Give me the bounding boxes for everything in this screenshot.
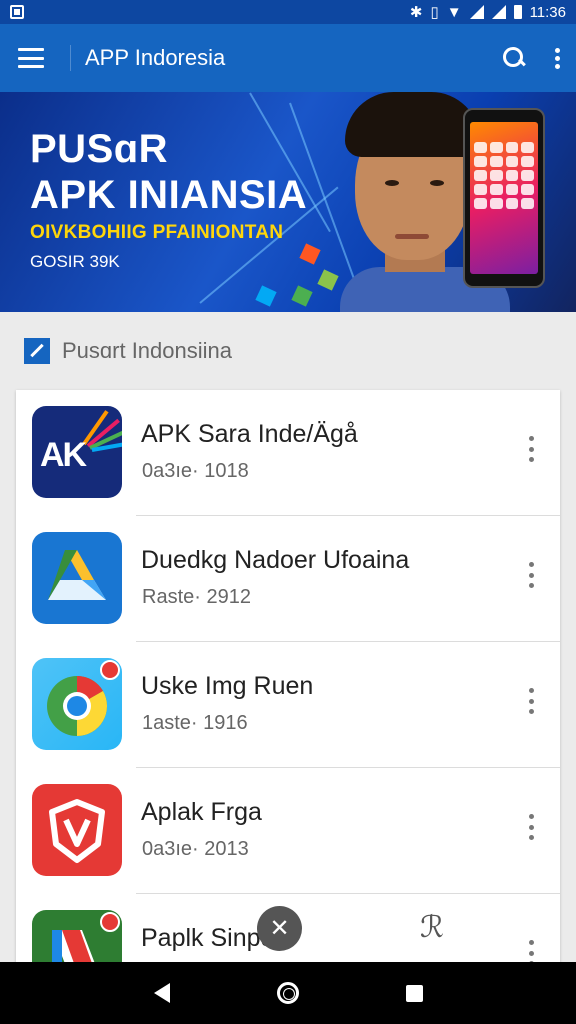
chrome-logo-icon [32, 658, 122, 750]
section-arrow-icon [24, 338, 50, 364]
ak-logo-icon: AK [32, 406, 122, 498]
app-name: Duedkg Nadoer Ufoaina [141, 546, 410, 574]
app-title: APP Indoresia [70, 45, 500, 71]
decor-cube [299, 243, 321, 265]
battery-icon [513, 5, 522, 19]
back-icon[interactable] [153, 983, 170, 1003]
clock: 11:36 [529, 3, 566, 21]
decor-cube [291, 285, 313, 307]
loop-icon[interactable]: ℛ [420, 910, 444, 945]
phone-image [463, 108, 545, 288]
decor-cube [317, 269, 339, 291]
decor-cube [255, 285, 277, 307]
notification-icon [10, 5, 24, 19]
list-item[interactable]: Uske Img Ruen 1aste· 1916 [16, 642, 560, 768]
list-item[interactable]: Duedkg Nadoer Ufoaina Raste· 2912 [16, 516, 560, 642]
notification-badge [100, 660, 120, 680]
app-name: APK Sara Inde/Ägå [141, 420, 358, 448]
banner-title: PUSɑR APK INIANSIA [30, 126, 307, 218]
overflow-menu-icon[interactable] [552, 46, 562, 70]
notification-badge [100, 912, 120, 932]
app-meta: 0a3ıe· 1018 [142, 460, 249, 482]
vibrate-icon: ▯ [430, 4, 439, 21]
more-options-icon[interactable] [524, 688, 538, 714]
banner-title-line1: PUSɑR [30, 127, 169, 171]
bluetooth-icon: ✱ [409, 4, 423, 21]
search-icon[interactable] [500, 44, 528, 72]
close-icon: ✕ [269, 915, 290, 942]
banner-tagline: OIVKBOHIIG PFAINIONTAN [30, 222, 284, 243]
status-bar: ✱ ▯ ▼ 11:36 [0, 0, 576, 24]
drive-logo-icon [32, 532, 122, 624]
menu-icon[interactable] [18, 48, 44, 68]
app-meta: 0a3ıe· 2013 [142, 838, 249, 860]
banner-title-line2: APK INIANSIA [30, 173, 308, 217]
app-bar: APP Indoresia [0, 24, 576, 92]
home-icon[interactable] [276, 982, 299, 1004]
signal-icon [469, 5, 484, 19]
status-icons: ✱ ▯ ▼ 11:36 [409, 3, 566, 22]
wifi-icon: ▼ [446, 3, 462, 21]
section-header: Pusɑrt Indonsiina [24, 338, 232, 364]
app-meta: 1aste· 1916 [142, 712, 248, 734]
more-options-icon[interactable] [524, 814, 538, 840]
promo-banner[interactable]: PUSɑR APK INIANSIA OIVKBOHIIG PFAINIONTA… [0, 92, 576, 312]
list-item[interactable]: AK APK Sara Inde/Ägå 0a3ıe· 1018 [16, 390, 560, 516]
section-title: Pusɑrt Indonsiina [62, 338, 232, 363]
app-list: AK APK Sara Inde/Ägå 0a3ıe· 1018 Duedkg … [16, 390, 560, 1002]
shield-logo-icon [32, 784, 122, 876]
app-meta: Raste· 2912 [142, 586, 251, 608]
app-name: Uske Img Ruen [141, 672, 314, 700]
system-nav-bar [0, 962, 576, 1024]
list-item[interactable]: Aplak Frga 0a3ıe· 2013 [16, 768, 560, 894]
recents-icon[interactable] [405, 984, 423, 1002]
signal-icon-2 [491, 5, 506, 19]
more-options-icon[interactable] [524, 436, 538, 462]
close-fab-button[interactable]: ✕ [257, 906, 302, 951]
banner-subtitle: GOSIR 39K [30, 252, 120, 271]
more-options-icon[interactable] [524, 562, 538, 588]
app-name: Aplak Frga [141, 798, 262, 826]
